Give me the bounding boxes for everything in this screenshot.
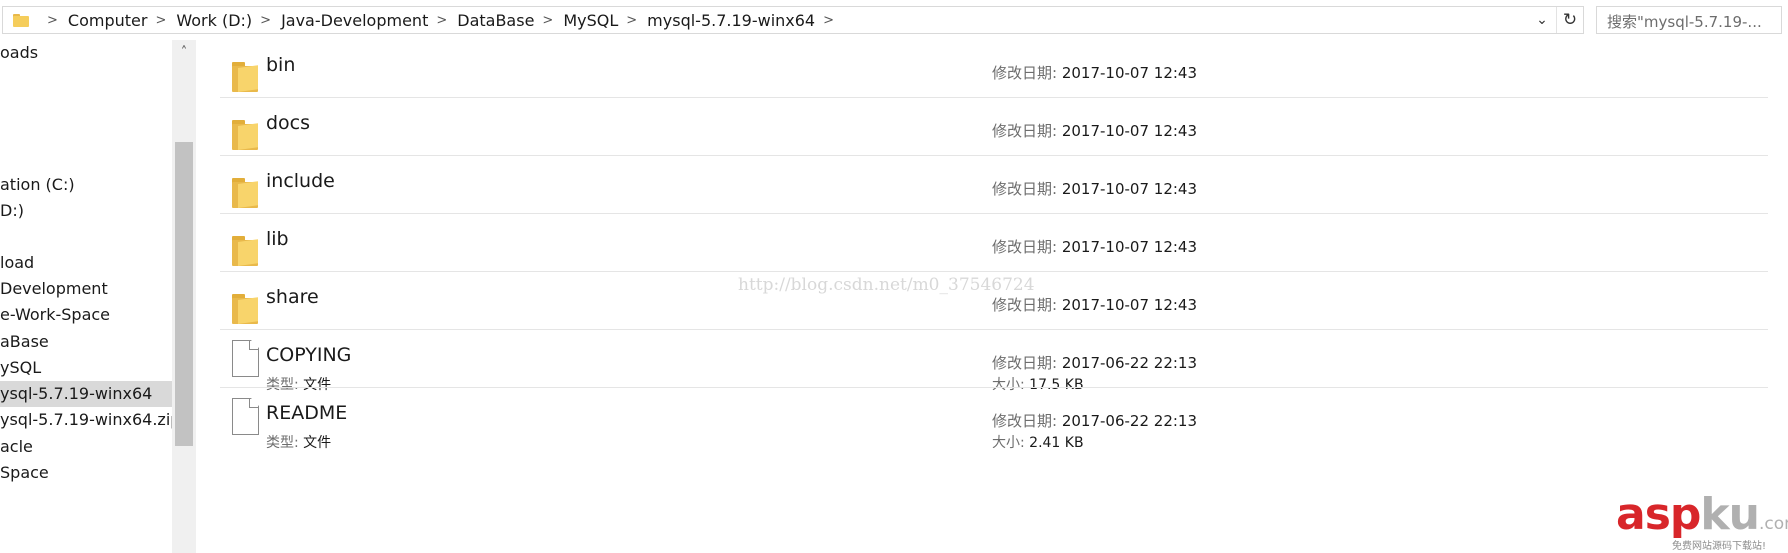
modified-date: 修改日期: 2017-10-07 12:43	[992, 62, 1197, 83]
address-toolbar: > Computer > Work (D:) > Java-Developmen…	[0, 0, 1788, 40]
modified-date-value: 2017-10-07 12:43	[1061, 122, 1198, 140]
chevron-right-icon[interactable]: >	[39, 13, 68, 28]
nav-item-mysql-winx64[interactable]: ysql-5.7.19-winx64	[0, 381, 172, 407]
file-name: lib	[266, 228, 289, 250]
breadcrumb-database[interactable]: DataBase	[457, 11, 534, 30]
address-bar-controls: ⌄ ↻	[1528, 7, 1583, 33]
nav-item-c-drive[interactable]: ation (C:)	[0, 172, 172, 198]
folder-icon	[232, 236, 258, 266]
modified-date-label: 修改日期:	[992, 180, 1058, 198]
modified-date-label: 修改日期:	[992, 354, 1058, 372]
modified-date: 修改日期: 2017-06-22 22:13	[992, 352, 1197, 373]
modified-date-label: 修改日期:	[992, 296, 1058, 314]
file-name: include	[266, 170, 335, 192]
scrollbar-thumb[interactable]	[175, 142, 193, 446]
nav-item-mysql-zip[interactable]: ysql-5.7.19-winx64.zip	[0, 407, 172, 433]
refresh-icon[interactable]: ↻	[1556, 7, 1583, 33]
modified-date-value: 2017-10-07 12:43	[1061, 238, 1198, 256]
folder-icon	[232, 62, 258, 92]
file-icon	[232, 340, 259, 377]
modified-date: 修改日期: 2017-10-07 12:43	[992, 236, 1197, 257]
site-logo: aspku.com 免费网站源码下载站!	[1616, 489, 1788, 553]
breadcrumb-computer[interactable]: Computer	[68, 11, 148, 30]
nav-item-java-development[interactable]: Development	[0, 276, 172, 302]
breadcrumb-mysql-folder[interactable]: mysql-5.7.19-winx64	[647, 11, 815, 30]
chevron-right-icon[interactable]: >	[618, 13, 647, 28]
modified-date-label: 修改日期:	[992, 64, 1058, 82]
file-name: README	[266, 402, 348, 424]
chevron-right-icon[interactable]: >	[815, 13, 844, 28]
file-name: COPYING	[266, 344, 352, 366]
list-item[interactable]: COPYING 类型: 文件 修改日期: 2017-06-22 22:13 大小…	[220, 330, 1768, 393]
folder-icon	[232, 120, 258, 150]
nav-item-mysql[interactable]: ySQL	[0, 355, 172, 381]
list-item[interactable]: lib 修改日期: 2017-10-07 12:43	[220, 214, 1768, 272]
navigation-pane: oads ation (C:) D:) load Development e-W…	[0, 40, 196, 553]
file-size: 大小: 2.41 KB	[992, 432, 1084, 452]
logo-tagline: 免费网站源码下载站!	[1672, 541, 1767, 552]
folder-icon	[232, 178, 258, 208]
file-size-label: 大小:	[992, 435, 1025, 451]
file-type-value: 文件	[303, 435, 332, 451]
nav-scrollbar[interactable]: ˄	[172, 40, 196, 553]
modified-date-label: 修改日期:	[992, 412, 1058, 430]
search-input[interactable]: 搜索"mysql-5.7.19-...	[1596, 6, 1782, 34]
modified-date-value: 2017-10-07 12:43	[1061, 180, 1198, 198]
file-name: share	[266, 286, 319, 308]
nav-item-oracle[interactable]: acle	[0, 434, 172, 460]
breadcrumb-java-development[interactable]: Java-Development	[281, 11, 428, 30]
file-name: bin	[266, 54, 296, 76]
modified-date: 修改日期: 2017-10-07 12:43	[992, 120, 1197, 141]
file-icon	[232, 398, 259, 435]
breadcrumb-work-drive[interactable]: Work (D:)	[176, 11, 252, 30]
logo-ku-text: ku	[1700, 489, 1760, 540]
modified-date-value: 2017-10-07 12:43	[1061, 64, 1198, 82]
file-type-label: 类型:	[266, 435, 299, 451]
folder-icon	[232, 294, 258, 324]
modified-date-label: 修改日期:	[992, 122, 1058, 140]
nav-item-downloads[interactable]: oads	[0, 40, 172, 66]
file-name: docs	[266, 112, 311, 134]
address-bar[interactable]: > Computer > Work (D:) > Java-Developmen…	[2, 6, 1584, 34]
nav-item-d-drive[interactable]: D:)	[0, 198, 172, 224]
modified-date-value: 2017-06-22 22:13	[1061, 412, 1198, 430]
logo-com-text: .com	[1758, 514, 1788, 534]
nav-item-download[interactable]: load	[0, 250, 172, 276]
file-type: 类型: 文件	[266, 432, 331, 452]
modified-date: 修改日期: 2017-10-07 12:43	[992, 178, 1197, 199]
chevron-right-icon[interactable]: >	[428, 13, 457, 28]
chevron-right-icon[interactable]: >	[534, 13, 563, 28]
breadcrumb-mysql[interactable]: MySQL	[563, 11, 618, 30]
list-item[interactable]: README 类型: 文件 修改日期: 2017-06-22 22:13 大小:…	[220, 388, 1768, 451]
chevron-down-icon[interactable]: ⌄	[1528, 7, 1556, 33]
watermark-text: http://blog.csdn.net/m0_37546724	[738, 275, 1035, 295]
modified-date: 修改日期: 2017-10-07 12:43	[992, 294, 1197, 315]
folder-icon	[13, 13, 29, 27]
nav-item-work-space[interactable]: e-Work-Space	[0, 302, 172, 328]
file-list: bin 修改日期: 2017-10-07 12:43 docs 修改日期: 20…	[220, 40, 1788, 553]
modified-date: 修改日期: 2017-06-22 22:13	[992, 410, 1197, 431]
chevron-right-icon[interactable]: >	[252, 13, 281, 28]
chevron-right-icon[interactable]: >	[147, 13, 176, 28]
modified-date-value: 2017-10-07 12:43	[1061, 296, 1198, 314]
modified-date-value: 2017-06-22 22:13	[1061, 354, 1198, 372]
list-item[interactable]: include 修改日期: 2017-10-07 12:43	[220, 156, 1768, 214]
file-size-value: 2.41 KB	[1029, 435, 1084, 451]
nav-item-database[interactable]: aBase	[0, 329, 172, 355]
list-item[interactable]: bin 修改日期: 2017-10-07 12:43	[220, 40, 1768, 98]
list-item[interactable]: docs 修改日期: 2017-10-07 12:43	[220, 98, 1768, 156]
nav-item-space[interactable]: Space	[0, 460, 172, 486]
chevron-up-icon[interactable]: ˄	[172, 42, 196, 64]
modified-date-label: 修改日期:	[992, 238, 1058, 256]
logo-asp-text: asp	[1616, 489, 1701, 540]
